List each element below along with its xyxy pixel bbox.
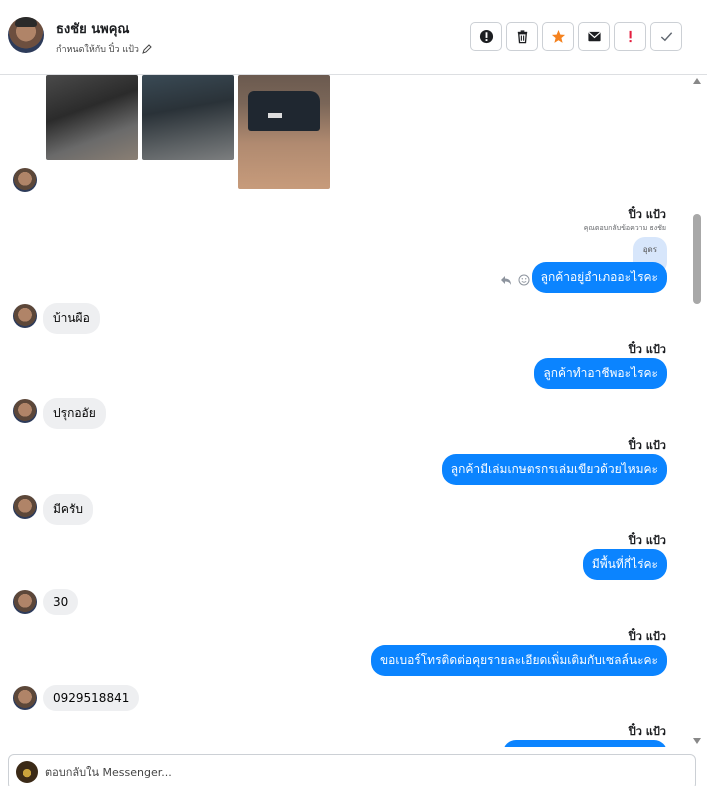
contact-avatar-small xyxy=(13,399,37,423)
scroll-down-arrow[interactable] xyxy=(693,738,701,744)
reply-input[interactable] xyxy=(45,763,665,781)
pencil-icon[interactable] xyxy=(142,44,152,54)
delete-button[interactable] xyxy=(506,22,538,51)
photo-attachment[interactable] xyxy=(46,75,138,160)
message-thread: ปิ๋ว แป้ว คุณตอบกลับข้อความ ธงชัย อุดร ล… xyxy=(0,75,692,747)
done-button[interactable] xyxy=(650,22,682,51)
follow-up-button[interactable] xyxy=(614,22,646,51)
emoji-icon[interactable] xyxy=(518,274,530,286)
sender-name: ปิ๋ว แป้ว xyxy=(628,208,666,221)
scroll-thumb[interactable] xyxy=(693,214,701,304)
alert-circle-icon xyxy=(479,29,493,44)
reply-composer xyxy=(8,754,696,786)
spam-button[interactable] xyxy=(470,22,502,51)
outgoing-message[interactable] xyxy=(503,740,667,747)
sender-name: ปิ๋ว แป้ว xyxy=(628,534,666,547)
sender-name: ปิ๋ว แป้ว xyxy=(628,439,666,452)
message-actions xyxy=(500,274,530,286)
outgoing-message[interactable]: ลูกค้าทำอาชีพอะไรคะ xyxy=(534,358,667,389)
contact-avatar-small xyxy=(13,495,37,519)
reply-icon[interactable] xyxy=(500,274,512,286)
conversation-actions xyxy=(470,22,682,51)
incoming-message[interactable]: ปรุกออัย xyxy=(43,398,106,429)
contact-avatar-small xyxy=(13,590,37,614)
thread-scrollbar[interactable] xyxy=(692,75,702,747)
sender-name: ปิ๋ว แป้ว xyxy=(628,725,666,738)
truck-photo-subject xyxy=(248,91,320,131)
contact-avatar-small xyxy=(13,304,37,328)
outgoing-message[interactable]: ลูกค้าอยู่อำเภออะไรคะ xyxy=(531,262,667,293)
trash-icon xyxy=(517,30,527,44)
exclamation-icon xyxy=(629,30,632,43)
outgoing-message[interactable]: มีพื้นที่กี่ไร่คะ xyxy=(582,549,667,580)
photo-attachment[interactable] xyxy=(142,75,234,160)
reply-note: คุณตอบกลับข้อความ ธงชัย xyxy=(583,224,666,232)
page-avatar xyxy=(16,761,38,783)
incoming-message[interactable]: มีครับ xyxy=(43,494,93,525)
scroll-up-arrow[interactable] xyxy=(693,78,701,84)
check-icon xyxy=(660,32,672,42)
sender-name: ปิ๋ว แป้ว xyxy=(628,343,666,356)
incoming-message[interactable]: 30 xyxy=(43,589,79,615)
contact-avatar-small xyxy=(13,686,37,710)
star-icon xyxy=(551,29,565,43)
contact-name[interactable]: ธงชัย นพคุณ xyxy=(56,18,129,39)
assignment-row[interactable]: กำหนดให้กับ ปิ๋ว แป้ว xyxy=(56,42,152,56)
mark-unread-button[interactable] xyxy=(578,22,610,51)
incoming-message[interactable]: 0929518841 xyxy=(43,685,140,711)
outgoing-message[interactable]: ลูกค้ามีเล่มเกษตรกรเล่มเขียวด้วยไหมคะ xyxy=(441,454,667,485)
sender-name: ปิ๋ว แป้ว xyxy=(628,630,666,643)
contact-avatar[interactable] xyxy=(8,17,44,53)
conversation-header: ธงชัย นพคุณ กำหนดให้กับ ปิ๋ว แป้ว xyxy=(0,0,707,75)
envelope-icon xyxy=(587,31,601,42)
contact-avatar-small xyxy=(13,168,37,192)
incoming-message[interactable]: บ้านผือ xyxy=(43,303,100,334)
assigned-to-label: กำหนดให้กับ ปิ๋ว แป้ว xyxy=(56,45,139,55)
star-button[interactable] xyxy=(542,22,574,51)
photo-attachment[interactable] xyxy=(238,75,330,189)
outgoing-message[interactable]: ขอเบอร์โทรติดต่อคุยรายละเอียดเพิ่มเติมกั… xyxy=(370,645,667,676)
